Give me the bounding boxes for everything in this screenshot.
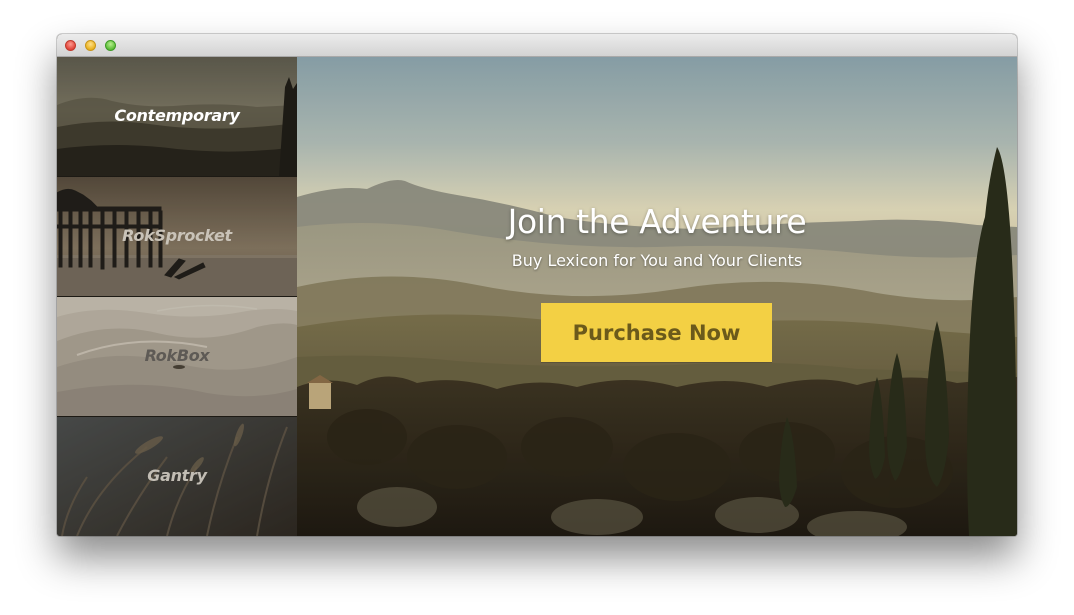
sidebar: Contemporary RokSprocket RokBox Gantry [57, 57, 297, 536]
minimize-window-icon[interactable] [85, 40, 96, 51]
tuscany-landscape-background-image [297, 57, 1017, 536]
hero-subtitle: Buy Lexicon for You and Your Clients [511, 251, 803, 270]
sidebar-item-rokbox[interactable]: RokBox [57, 297, 297, 416]
sidebar-item-label: Contemporary [114, 106, 240, 125]
sidebar-item-roksprocket[interactable]: RokSprocket [57, 177, 297, 296]
sidebar-item-label: RokBox [144, 346, 210, 365]
window-titlebar [57, 34, 1017, 57]
sidebar-item-gantry[interactable]: Gantry [57, 417, 297, 536]
page-content: Contemporary RokSprocket RokBox Gantry J… [57, 57, 1017, 536]
sidebar-item-label: RokSprocket [122, 226, 232, 245]
hero-title: Join the Adventure [507, 202, 807, 241]
hero-banner: Join the Adventure Buy Lexicon for You a… [297, 57, 1017, 536]
purchase-now-button[interactable]: Purchase Now [541, 303, 772, 362]
browser-window: Contemporary RokSprocket RokBox Gantry J… [57, 34, 1017, 536]
close-window-icon[interactable] [65, 40, 76, 51]
maximize-window-icon[interactable] [105, 40, 116, 51]
sidebar-item-label: Gantry [147, 466, 207, 485]
sidebar-item-contemporary[interactable]: Contemporary [57, 57, 297, 176]
